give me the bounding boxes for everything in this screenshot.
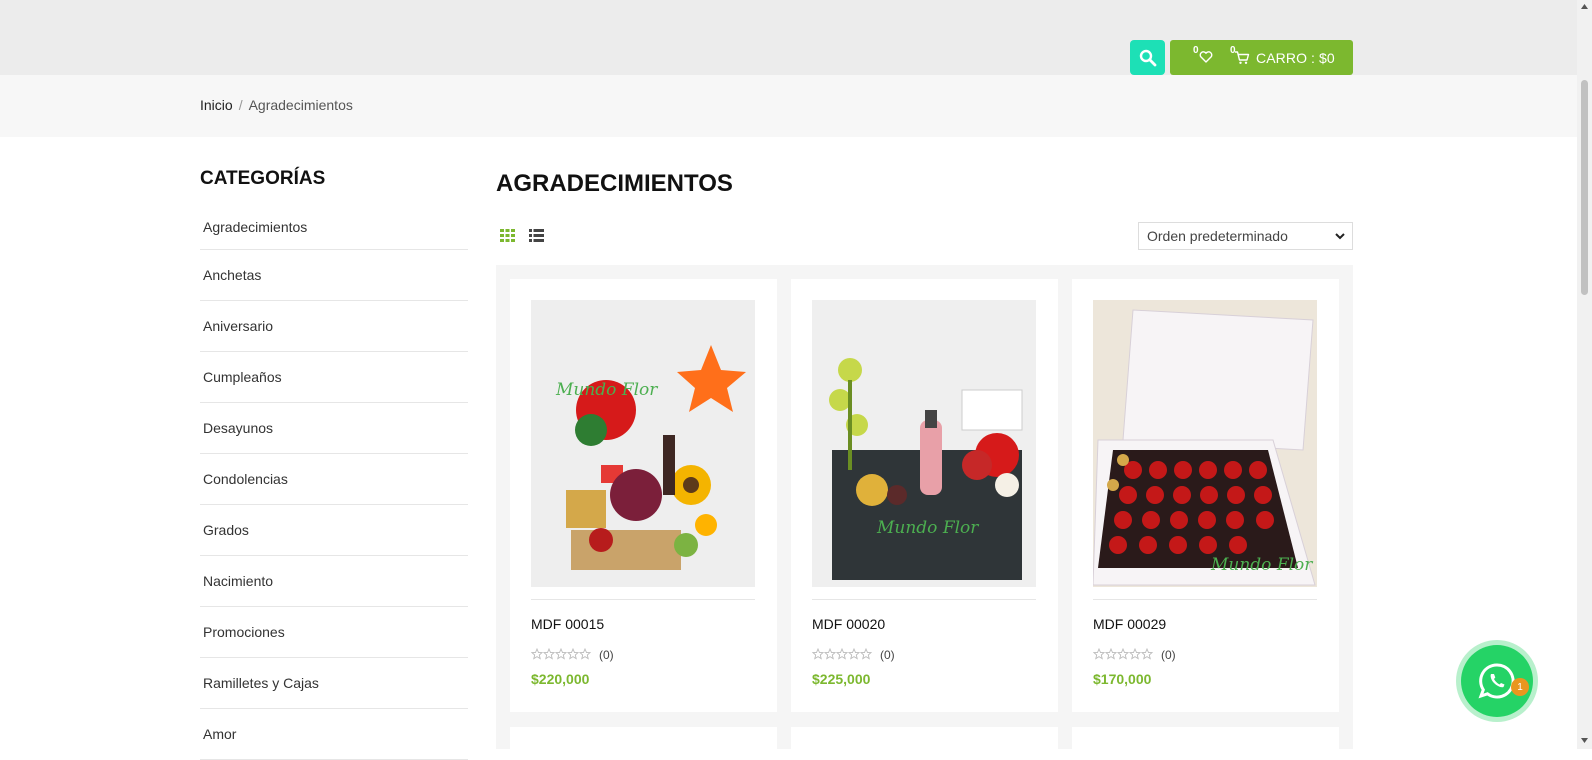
product-price: $225,000 [812, 671, 871, 687]
sort-selected-value: Orden predeterminado [1147, 228, 1288, 244]
svg-text:Mundo Flor: Mundo Flor [876, 518, 979, 538]
search-icon [1139, 49, 1156, 66]
heart-icon[interactable] [1199, 50, 1213, 64]
rating-count: (0) [1161, 648, 1176, 662]
category-item-anchetas[interactable]: Anchetas [200, 250, 468, 301]
product-image[interactable]: Mundo Flor [812, 300, 1036, 587]
breadcrumb-current: Agradecimientos [248, 97, 353, 113]
product-price: $220,000 [531, 671, 590, 687]
category-item-condolencias[interactable]: Condolencias [200, 454, 468, 505]
product-card[interactable] [1072, 727, 1339, 757]
star-icon [1093, 648, 1154, 660]
rating-count: (0) [599, 648, 614, 662]
chevron-down-icon [1335, 233, 1345, 240]
categories-sidebar: CATEGORÍAS Agradecimientos Anchetas Aniv… [200, 168, 468, 760]
cart-button[interactable]: 0 0 CARRO : $0 [1170, 40, 1353, 75]
breadcrumb-bar: Inicio / Agradecimientos [0, 75, 1577, 137]
product-image[interactable]: Mundo Flor [1093, 300, 1317, 587]
svg-text:Mundo Flor: Mundo Flor [1210, 555, 1313, 575]
card-divider [812, 599, 1036, 600]
product-name[interactable]: MDF 00029 [1093, 616, 1166, 632]
product-card[interactable]: Mundo Flor MDF 00015 (0) $220,000 [510, 279, 777, 712]
cart-label: CARRO : $0 [1256, 50, 1335, 66]
product-card[interactable] [510, 727, 777, 757]
whatsapp-icon [1478, 663, 1515, 699]
card-divider [531, 599, 755, 600]
svg-text:Mundo Flor: Mundo Flor [555, 380, 658, 400]
scroll-down-arrow-icon[interactable] [1581, 738, 1588, 743]
breadcrumb: Inicio / Agradecimientos [200, 97, 353, 113]
category-item-nacimiento[interactable]: Nacimiento [200, 556, 468, 607]
list-view-icon[interactable] [529, 229, 544, 242]
category-list: Agradecimientos Anchetas Aniversario Cum… [200, 206, 468, 760]
rating-count: (0) [880, 648, 895, 662]
search-button[interactable] [1130, 40, 1165, 75]
product-price: $170,000 [1093, 671, 1152, 687]
breadcrumb-home-link[interactable]: Inicio [200, 97, 233, 113]
cart-icon [1235, 51, 1250, 64]
product-grid: Mundo Flor MDF 00015 (0) $220,000 Mundo … [496, 265, 1353, 757]
star-icon [531, 648, 592, 660]
category-item-cumpleanos[interactable]: Cumpleaños [200, 352, 468, 403]
wishlist-count: 0 [1193, 45, 1199, 56]
top-header: 0 0 CARRO : $0 [0, 0, 1577, 75]
category-item-desayunos[interactable]: Desayunos [200, 403, 468, 454]
product-card[interactable]: Mundo Flor MDF 00029 (0) $170,000 [1072, 279, 1339, 712]
category-item-promociones[interactable]: Promociones [200, 607, 468, 658]
product-image[interactable]: Mundo Flor [531, 300, 755, 587]
rating-stars [531, 648, 593, 660]
category-item-amor[interactable]: Amor [200, 709, 468, 760]
page-title: AGRADECIMIENTOS [496, 170, 733, 197]
sidebar-title: CATEGORÍAS [200, 168, 326, 189]
category-item-agradecimientos[interactable]: Agradecimientos [200, 206, 468, 250]
scrollbar-thumb[interactable] [1581, 80, 1588, 295]
category-item-ramilletes[interactable]: Ramilletes y Cajas [200, 658, 468, 709]
page-scrollbar[interactable] [1577, 0, 1592, 749]
grid-view-icon[interactable] [500, 229, 515, 242]
breadcrumb-separator: / [238, 97, 243, 113]
product-card[interactable]: Mundo Flor MDF 00020 (0) $225,000 [791, 279, 1058, 712]
rating-stars [812, 648, 874, 660]
notification-badge: 1 [1511, 678, 1529, 696]
product-card[interactable] [791, 727, 1058, 757]
category-item-grados[interactable]: Grados [200, 505, 468, 556]
sort-select[interactable]: Orden predeterminado [1138, 222, 1353, 250]
rating-stars [1093, 648, 1155, 660]
product-name[interactable]: MDF 00015 [531, 616, 604, 632]
product-name[interactable]: MDF 00020 [812, 616, 885, 632]
card-divider [1093, 599, 1317, 600]
category-item-aniversario[interactable]: Aniversario [200, 301, 468, 352]
scroll-up-arrow-icon[interactable] [1581, 4, 1588, 9]
star-icon [812, 648, 873, 660]
